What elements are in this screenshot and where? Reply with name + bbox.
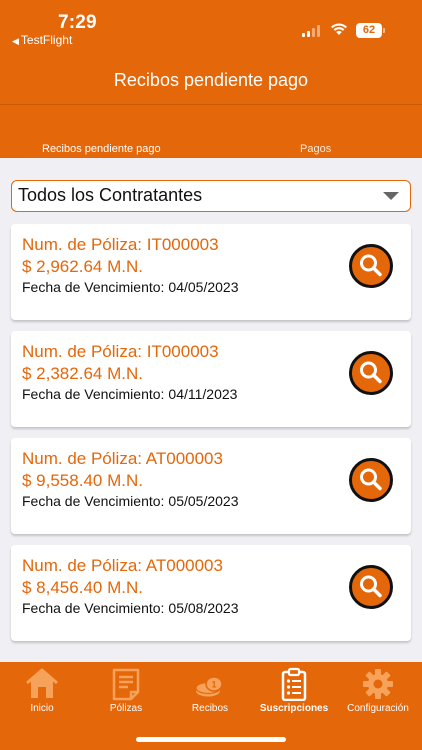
- tab-pagos[interactable]: Pagos: [300, 143, 331, 155]
- contratante-select-value: Todos los Contratantes: [18, 185, 203, 205]
- tabbar-label: Configuración: [347, 703, 409, 714]
- search-icon[interactable]: [349, 244, 393, 288]
- receipt-card: Num. de Póliza: AT000003 $ 8,456.40 M.N.…: [11, 545, 411, 641]
- policy-number: Num. de Póliza: IT000003: [22, 342, 219, 361]
- wifi-icon: [331, 23, 347, 35]
- tabbar-label: Recibos: [191, 703, 229, 714]
- page-title: Recibos pendiente pago: [113, 70, 309, 90]
- due-date: Fecha de Vencimiento: 05/05/2023: [22, 493, 239, 509]
- tabbar-item-recibos[interactable]: 1 Recibos: [168, 662, 252, 722]
- home-indicator[interactable]: [136, 737, 286, 742]
- tabbar-label: Inicio: [30, 703, 54, 714]
- back-app-label: TestFlight: [20, 33, 73, 47]
- due-date-label: Fecha de Vencimiento:: [22, 493, 165, 509]
- coins-icon: 1: [195, 676, 223, 697]
- document-icon: [112, 668, 140, 701]
- svg-text:1: 1: [211, 680, 216, 690]
- tabbar-item-suscripciones[interactable]: Suscripciones: [252, 662, 336, 722]
- search-icon[interactable]: [349, 565, 393, 609]
- receipt-card: Num. de Póliza: IT000003 $ 2,962.64 M.N.…: [11, 224, 411, 320]
- header-divider: [0, 104, 422, 105]
- cellular-signal-icon: [302, 25, 322, 37]
- chevron-down-icon: [383, 192, 399, 200]
- top-header: 7:29 ◀ TestFlight 62 Recibos pendiente pa…: [0, 0, 422, 158]
- status-bar: 7:29 ◀ TestFlight 62: [0, 0, 422, 50]
- clipboard-icon: [281, 667, 307, 701]
- due-date: Fecha de Vencimiento: 05/08/2023: [22, 600, 239, 616]
- receipt-amount: $ 2,962.64 M.N.: [22, 257, 143, 276]
- tab-recibos-pendientes[interactable]: Recibos pendiente pago: [42, 143, 161, 155]
- due-date-label: Fecha de Vencimiento:: [22, 386, 165, 402]
- due-date-value: 05/08/2023: [168, 600, 239, 616]
- status-time: 7:29: [58, 12, 97, 33]
- tabbar-label: Suscripciones: [259, 703, 329, 714]
- bottom-tab-bar: Inicio Pólizas 1 Recibos Suscripciones C…: [0, 662, 422, 750]
- home-icon: [26, 668, 58, 698]
- due-date: Fecha de Vencimiento: 04/05/2023: [22, 279, 239, 295]
- receipt-amount: $ 9,558.40 M.N.: [22, 471, 143, 490]
- receipt-amount: $ 8,456.40 M.N.: [22, 578, 143, 597]
- tabbar-item-inicio[interactable]: Inicio: [0, 662, 84, 722]
- contratante-select[interactable]: Todos los Contratantes: [11, 180, 411, 212]
- due-date-label: Fecha de Vencimiento:: [22, 600, 165, 616]
- policy-number: Num. de Póliza: IT000003: [22, 235, 219, 254]
- due-date-value: 05/05/2023: [168, 493, 239, 509]
- search-icon[interactable]: [349, 351, 393, 395]
- search-icon[interactable]: [349, 458, 393, 502]
- tabbar-item-configuracion[interactable]: Configuración: [336, 662, 420, 722]
- tabbar-label: Pólizas: [109, 703, 143, 714]
- back-arrow-icon: ◀: [12, 36, 19, 46]
- due-date-value: 04/11/2023: [168, 386, 238, 402]
- receipt-card: Num. de Póliza: AT000003 $ 9,558.40 M.N.…: [11, 438, 411, 534]
- policy-number: Num. de Póliza: AT000003: [22, 449, 223, 468]
- gear-icon: [363, 669, 393, 699]
- due-date-value: 04/05/2023: [168, 279, 239, 295]
- due-date-label: Fecha de Vencimiento:: [22, 279, 165, 295]
- battery-icon: 62: [356, 23, 382, 38]
- due-date: Fecha de Vencimiento: 04/11/2023: [22, 386, 237, 402]
- tabbar-item-polizas[interactable]: Pólizas: [84, 662, 168, 722]
- receipt-card: Num. de Póliza: IT000003 $ 2,382.64 M.N.…: [11, 331, 411, 427]
- policy-number: Num. de Póliza: AT000003: [22, 556, 223, 575]
- battery-nub: [383, 28, 385, 33]
- receipt-amount: $ 2,382.64 M.N.: [22, 364, 143, 383]
- back-to-app-link[interactable]: ◀ TestFlight: [12, 33, 72, 47]
